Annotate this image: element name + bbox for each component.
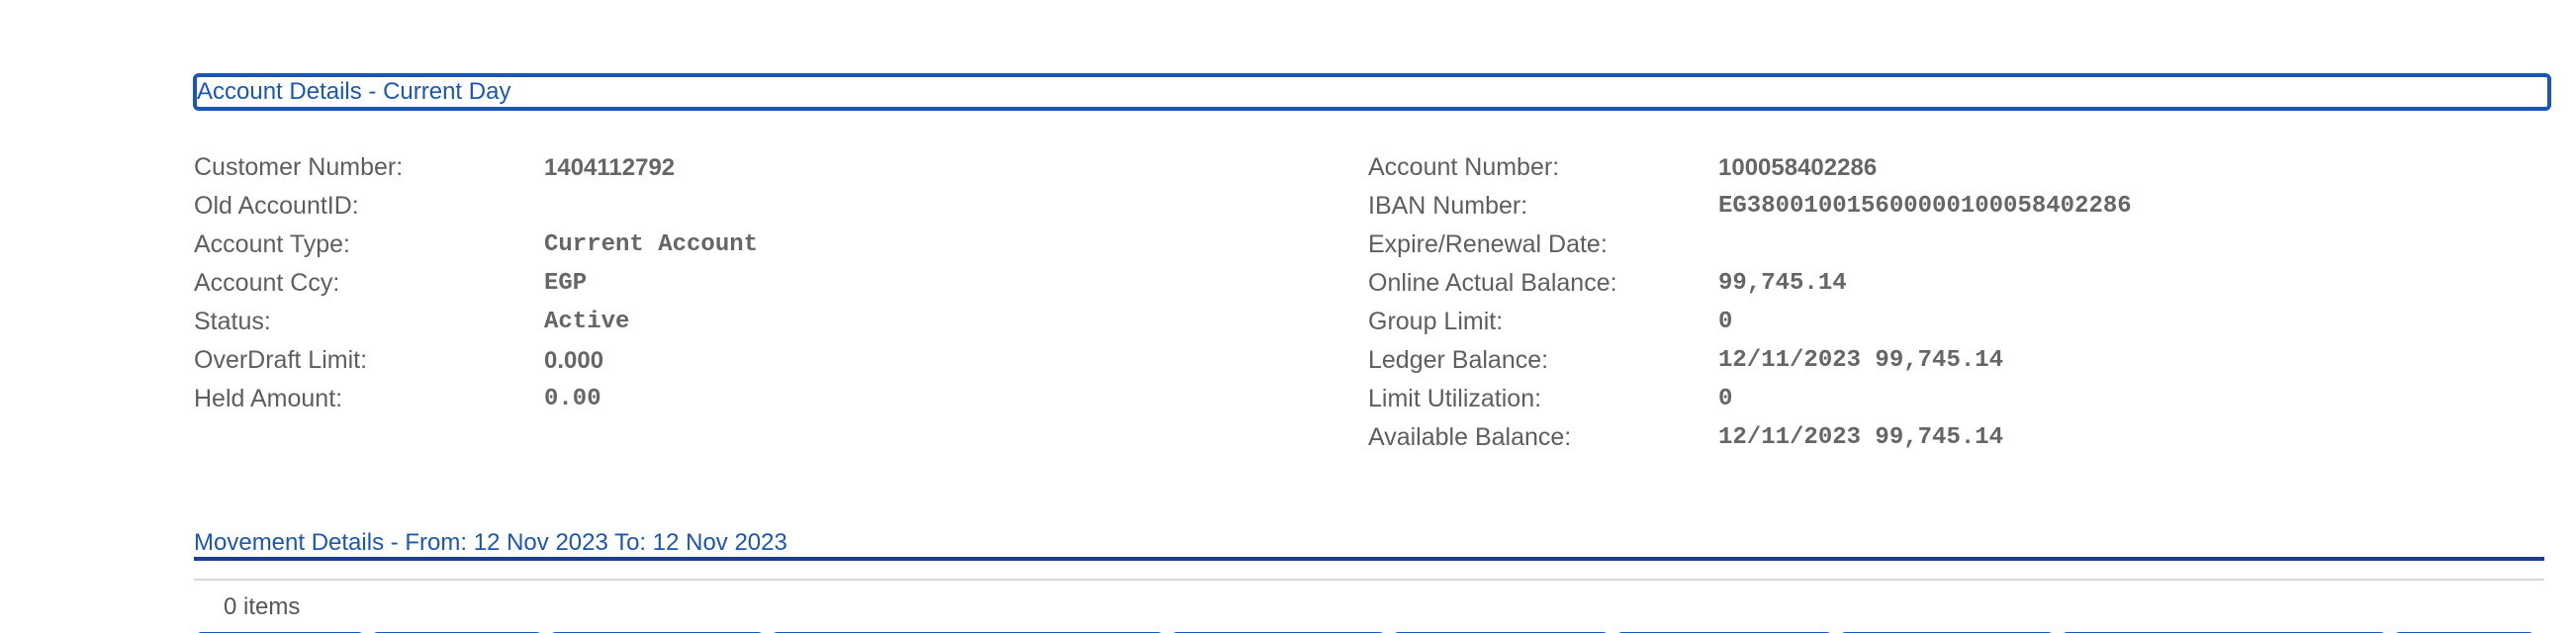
held-amount-label: Held Amount: xyxy=(194,385,343,412)
status-value: Active xyxy=(544,309,630,335)
items-count: 0 items xyxy=(224,593,301,620)
movement-details-title: Movement Details - From: 12 Nov 2023 To:… xyxy=(194,529,787,556)
movement-divider xyxy=(194,557,2544,561)
group-limit-value: 0 xyxy=(1718,309,1733,335)
account-number-label: Account Number: xyxy=(1368,153,1560,181)
online-actual-balance-value: 99,745.14 xyxy=(1718,270,1847,297)
account-ccy-value: EGP xyxy=(544,270,588,297)
overdraft-limit-value: 0.000 xyxy=(544,347,604,374)
available-balance-value: 12/11/2023 99,745.14 xyxy=(1718,424,2004,451)
ledger-balance-label: Ledger Balance: xyxy=(1368,346,1549,374)
account-type-label: Account Type: xyxy=(194,230,350,258)
customer-number-label: Customer Number: xyxy=(194,153,404,181)
account-details-title: Account Details - Current Day xyxy=(197,78,511,105)
held-amount-value: 0.00 xyxy=(544,386,601,412)
group-limit-label: Group Limit: xyxy=(1368,308,1504,335)
available-balance-label: Available Balance: xyxy=(1368,423,1572,451)
limit-utilization-label: Limit Utilization: xyxy=(1368,385,1542,412)
account-ccy-label: Account Ccy: xyxy=(194,269,340,297)
customer-number-value: 1404112792 xyxy=(544,154,676,181)
account-number-value: 100058402286 xyxy=(1718,154,1878,181)
expire-renewal-date-label: Expire/Renewal Date: xyxy=(1368,230,1608,258)
iban-number-value: EG380010015600000100058402286 xyxy=(1718,193,2132,220)
ledger-balance-value: 12/11/2023 99,745.14 xyxy=(1718,347,2004,374)
iban-number-label: IBAN Number: xyxy=(1368,192,1528,220)
old-account-id-label: Old AccountID: xyxy=(194,192,359,220)
account-details-header[interactable]: Account Details - Current Day xyxy=(193,73,2551,111)
overdraft-limit-label: OverDraft Limit: xyxy=(194,346,368,374)
limit-utilization-value: 0 xyxy=(1718,386,1733,412)
status-label: Status: xyxy=(194,308,271,335)
account-type-value: Current Account xyxy=(544,231,759,258)
online-actual-balance-label: Online Actual Balance: xyxy=(1368,269,1617,297)
movement-grid: 0 items xyxy=(194,579,2544,633)
